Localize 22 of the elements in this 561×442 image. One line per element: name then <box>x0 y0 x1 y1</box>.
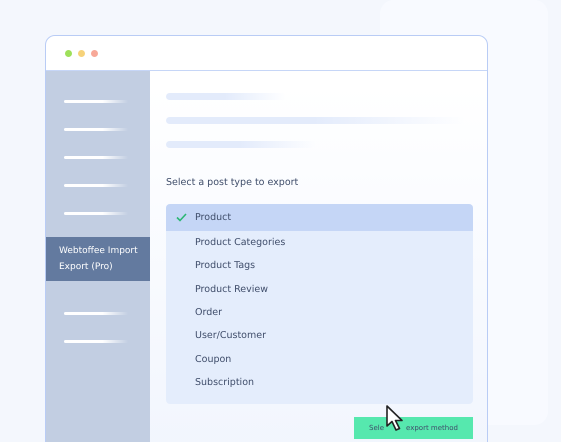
post-type-option[interactable]: Order <box>166 300 473 324</box>
cursor-icon <box>385 405 405 432</box>
sidebar-line <box>64 156 128 158</box>
sidebar-line <box>64 212 128 214</box>
sidebar-line <box>64 340 128 342</box>
post-type-option[interactable]: Subscription <box>166 370 473 394</box>
post-type-option[interactable]: Product Categories <box>166 231 473 254</box>
post-type-option[interactable]: Product <box>166 204 473 231</box>
post-type-option[interactable]: Product Tags <box>166 254 473 278</box>
check-icon <box>176 213 187 222</box>
post-type-option[interactable]: Coupon <box>166 347 473 371</box>
post-type-option[interactable]: User/Customer <box>166 324 473 348</box>
sidebar-line <box>64 312 128 314</box>
window-dot-icon <box>91 50 98 56</box>
sidebar-line <box>64 100 128 102</box>
window-dot-icon <box>65 50 72 56</box>
post-type-option[interactable]: Product Review <box>166 278 473 301</box>
prompt-text: Select a post type to export <box>166 177 300 188</box>
sidebar-item[interactable]: Webtoffee Import Export (Pro) <box>46 237 150 281</box>
sidebar-line <box>64 184 128 186</box>
sidebar-line <box>64 128 128 130</box>
window-dot-icon <box>78 50 85 56</box>
